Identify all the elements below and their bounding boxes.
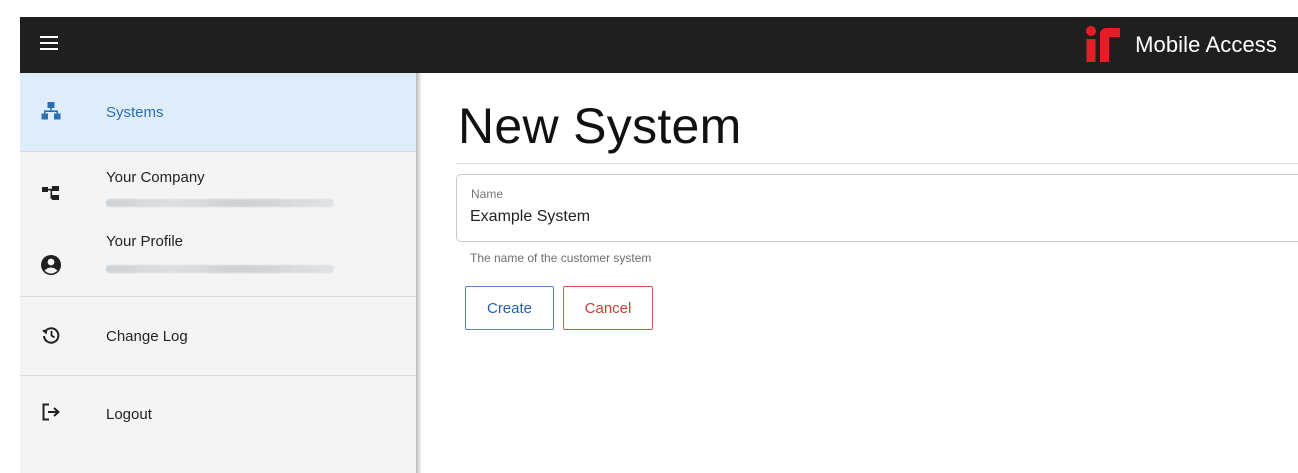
app-title: Mobile Access (1135, 32, 1277, 57)
create-button[interactable]: Create (465, 286, 554, 330)
sidebar-item-your-company[interactable]: Your Company (20, 167, 416, 225)
sidebar-item-label: Logout (106, 406, 152, 423)
hamburger-menu-icon[interactable] (40, 36, 58, 52)
sidebar-shadow (416, 73, 422, 473)
ir-logo (1086, 26, 1121, 62)
redacted-profile-detail (106, 265, 334, 273)
sidebar-item-label: Systems (106, 104, 164, 121)
page-title: New System (458, 98, 742, 154)
name-field[interactable]: Name (456, 174, 1298, 242)
sidebar-item-label: Change Log (106, 328, 188, 345)
sidebar-item-label: Your Profile (106, 233, 183, 250)
org-chart-icon (40, 182, 62, 204)
sidebar-item-logout[interactable]: Logout (20, 376, 416, 454)
sidebar-item-change-log[interactable]: Change Log (20, 297, 416, 375)
cancel-button[interactable]: Cancel (563, 286, 653, 330)
app-window: Mobile Access Systems Your Company Your … (20, 17, 1298, 473)
name-field-helper-text: The name of the customer system (470, 251, 652, 265)
title-divider (456, 163, 1298, 164)
sidebar-item-label: Your Company (106, 169, 205, 186)
redacted-company-detail (106, 199, 334, 207)
sidebar-item-your-profile[interactable]: Your Profile (20, 229, 416, 289)
sidebar-item-systems[interactable]: Systems (20, 73, 416, 151)
divider (20, 151, 416, 152)
name-field-label: Name (471, 187, 504, 201)
account-circle-icon (40, 254, 62, 276)
sitemap-icon (40, 100, 62, 122)
brand: Mobile Access (1083, 25, 1277, 65)
main-content: New System Name The name of the customer… (440, 73, 1298, 473)
name-input[interactable] (470, 205, 1270, 229)
history-icon (40, 324, 62, 346)
top-app-bar: Mobile Access (20, 17, 1298, 73)
sidebar-nav: Systems Your Company Your Profile Change… (20, 73, 416, 473)
logout-icon (40, 401, 62, 423)
